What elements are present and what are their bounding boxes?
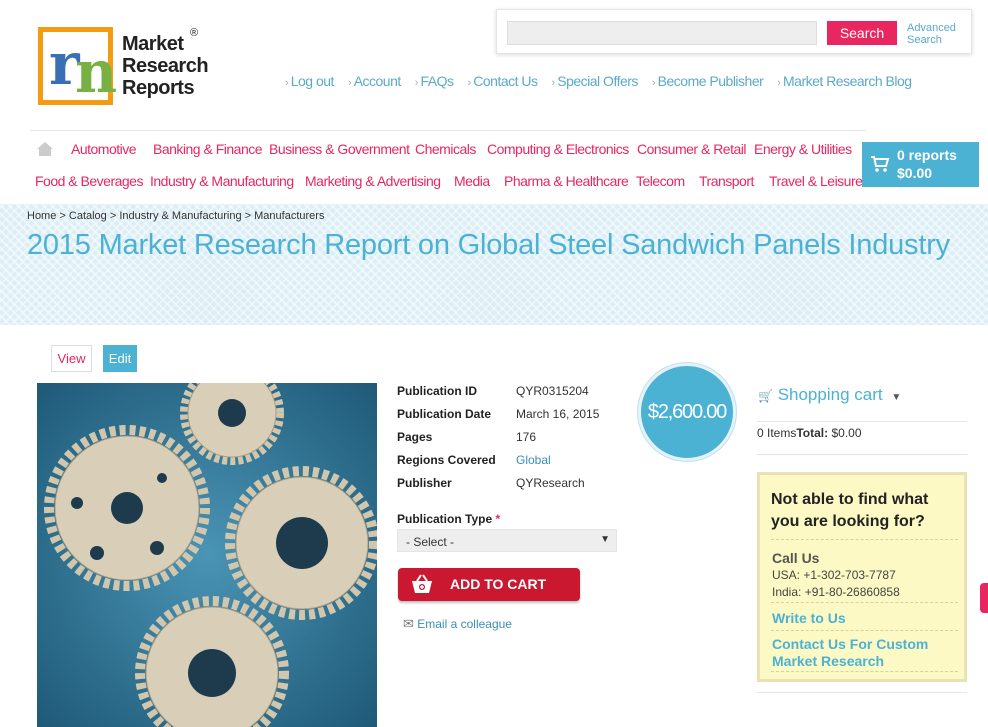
site-logo[interactable]: rn Market Research Reports ® (38, 27, 218, 107)
category-computing[interactable]: Computing & Electronics (487, 141, 629, 157)
cart-report-count: 0 reports (897, 147, 957, 163)
detail-label: Publication Date (397, 407, 492, 421)
breadcrumb[interactable]: Home > Catalog > Industry & Manufacturin… (27, 210, 324, 222)
home-icon[interactable] (36, 141, 54, 157)
shopping-cart-heading[interactable]: 🛒 Shopping cart ▼ (758, 385, 901, 405)
tab-edit[interactable]: Edit (103, 345, 137, 372)
divider (757, 692, 967, 693)
category-food[interactable]: Food & Beverages (35, 173, 143, 189)
logo-mark-icon: rn (38, 27, 117, 106)
detail-label: Regions Covered (397, 453, 496, 467)
publication-type-label: Publication Type * (397, 512, 501, 526)
call-us-heading: Call Us (772, 550, 820, 566)
email-colleague-link[interactable]: ✉ Email a colleague (403, 616, 512, 632)
publication-id: QYR0315204 (516, 384, 589, 398)
divider (771, 671, 958, 672)
advanced-search-link[interactable]: Advanced Search (907, 22, 962, 46)
publication-type-select[interactable]: - Select - ▼ (397, 529, 617, 552)
nav-divider (30, 130, 866, 131)
regions-link[interactable]: Global (516, 453, 551, 467)
detail-label: Pages (397, 430, 433, 444)
help-heading: Not able to find what you are looking fo… (771, 491, 929, 530)
envelope-icon: ✉ (403, 616, 414, 631)
publisher: QYResearch (516, 476, 585, 490)
special-offers-link[interactable]: Special Offers (552, 73, 639, 89)
search-input[interactable] (507, 21, 817, 45)
product-image (37, 383, 377, 727)
custom-research-link[interactable]: Contact Us For Custom Market Research (772, 636, 952, 670)
header-cart-button[interactable]: 0 reports $0.00 (862, 142, 979, 187)
divider (771, 630, 958, 631)
write-to-us-link[interactable]: Write to Us (772, 610, 846, 627)
dropdown-arrow-icon: ▼ (600, 534, 610, 545)
cart-icon: 🛒 (758, 389, 773, 403)
become-publisher-link[interactable]: Become Publisher (652, 73, 764, 89)
add-to-cart-button[interactable]: ADD TO CART (398, 568, 580, 601)
pages: 176 (516, 430, 537, 444)
category-chemicals[interactable]: Chemicals (415, 141, 476, 157)
blog-link[interactable]: Market Research Blog (777, 73, 912, 89)
divider (757, 454, 967, 455)
search-button[interactable]: Search (827, 21, 897, 45)
category-automotive[interactable]: Automotive (71, 141, 137, 157)
divider (757, 421, 967, 422)
india-phone: India: +91-80-26860858 (772, 585, 900, 599)
category-travel[interactable]: Travel & Leisure (769, 173, 863, 189)
category-consumer[interactable]: Consumer & Retail (637, 141, 747, 157)
divider (771, 602, 958, 603)
detail-label: Publisher (397, 476, 452, 490)
category-transport[interactable]: Transport (699, 173, 754, 189)
contact-link[interactable]: Contact Us (468, 73, 538, 89)
cart-amount: $0.00 (897, 165, 933, 181)
category-banking[interactable]: Banking & Finance (153, 141, 263, 157)
basket-icon (412, 574, 432, 593)
detail-label: Publication ID (397, 384, 478, 398)
cart-icon (871, 156, 890, 172)
logo-text: Market Research Reports (122, 33, 209, 99)
shopping-cart-summary: 0 ItemsTotal: $0.00 (757, 426, 862, 440)
category-telecom[interactable]: Telecom (636, 173, 685, 189)
tab-view[interactable]: View (51, 345, 92, 372)
faqs-link[interactable]: FAQs (415, 73, 454, 89)
logout-link[interactable]: Log out (285, 73, 334, 89)
category-business[interactable]: Business & Government (269, 141, 410, 157)
chevron-down-icon: ▼ (891, 392, 902, 403)
divider (771, 539, 958, 540)
registered-mark: ® (190, 27, 199, 39)
feedback-tab[interactable] (980, 583, 988, 613)
help-box: Not able to find what you are looking fo… (757, 472, 967, 682)
search-bar: Search Advanced Search (496, 9, 972, 54)
category-media[interactable]: Media (454, 173, 490, 189)
price-badge: $2,600.00 (638, 363, 736, 461)
account-link[interactable]: Account (348, 73, 401, 89)
category-pharma[interactable]: Pharma & Healthcare (504, 173, 629, 189)
category-marketing[interactable]: Marketing & Advertising (305, 173, 441, 189)
publication-date: March 16, 2015 (516, 407, 600, 421)
category-industry[interactable]: Industry & Manufacturing (150, 173, 294, 189)
top-links: Log out Account FAQs Contact Us Special Offe… (285, 73, 912, 89)
usa-phone: USA: +1-302-703-7787 (772, 568, 896, 582)
page-title: 2015 Market Research Report on Global St… (27, 229, 950, 261)
category-energy[interactable]: Energy & Utilities (754, 141, 852, 157)
